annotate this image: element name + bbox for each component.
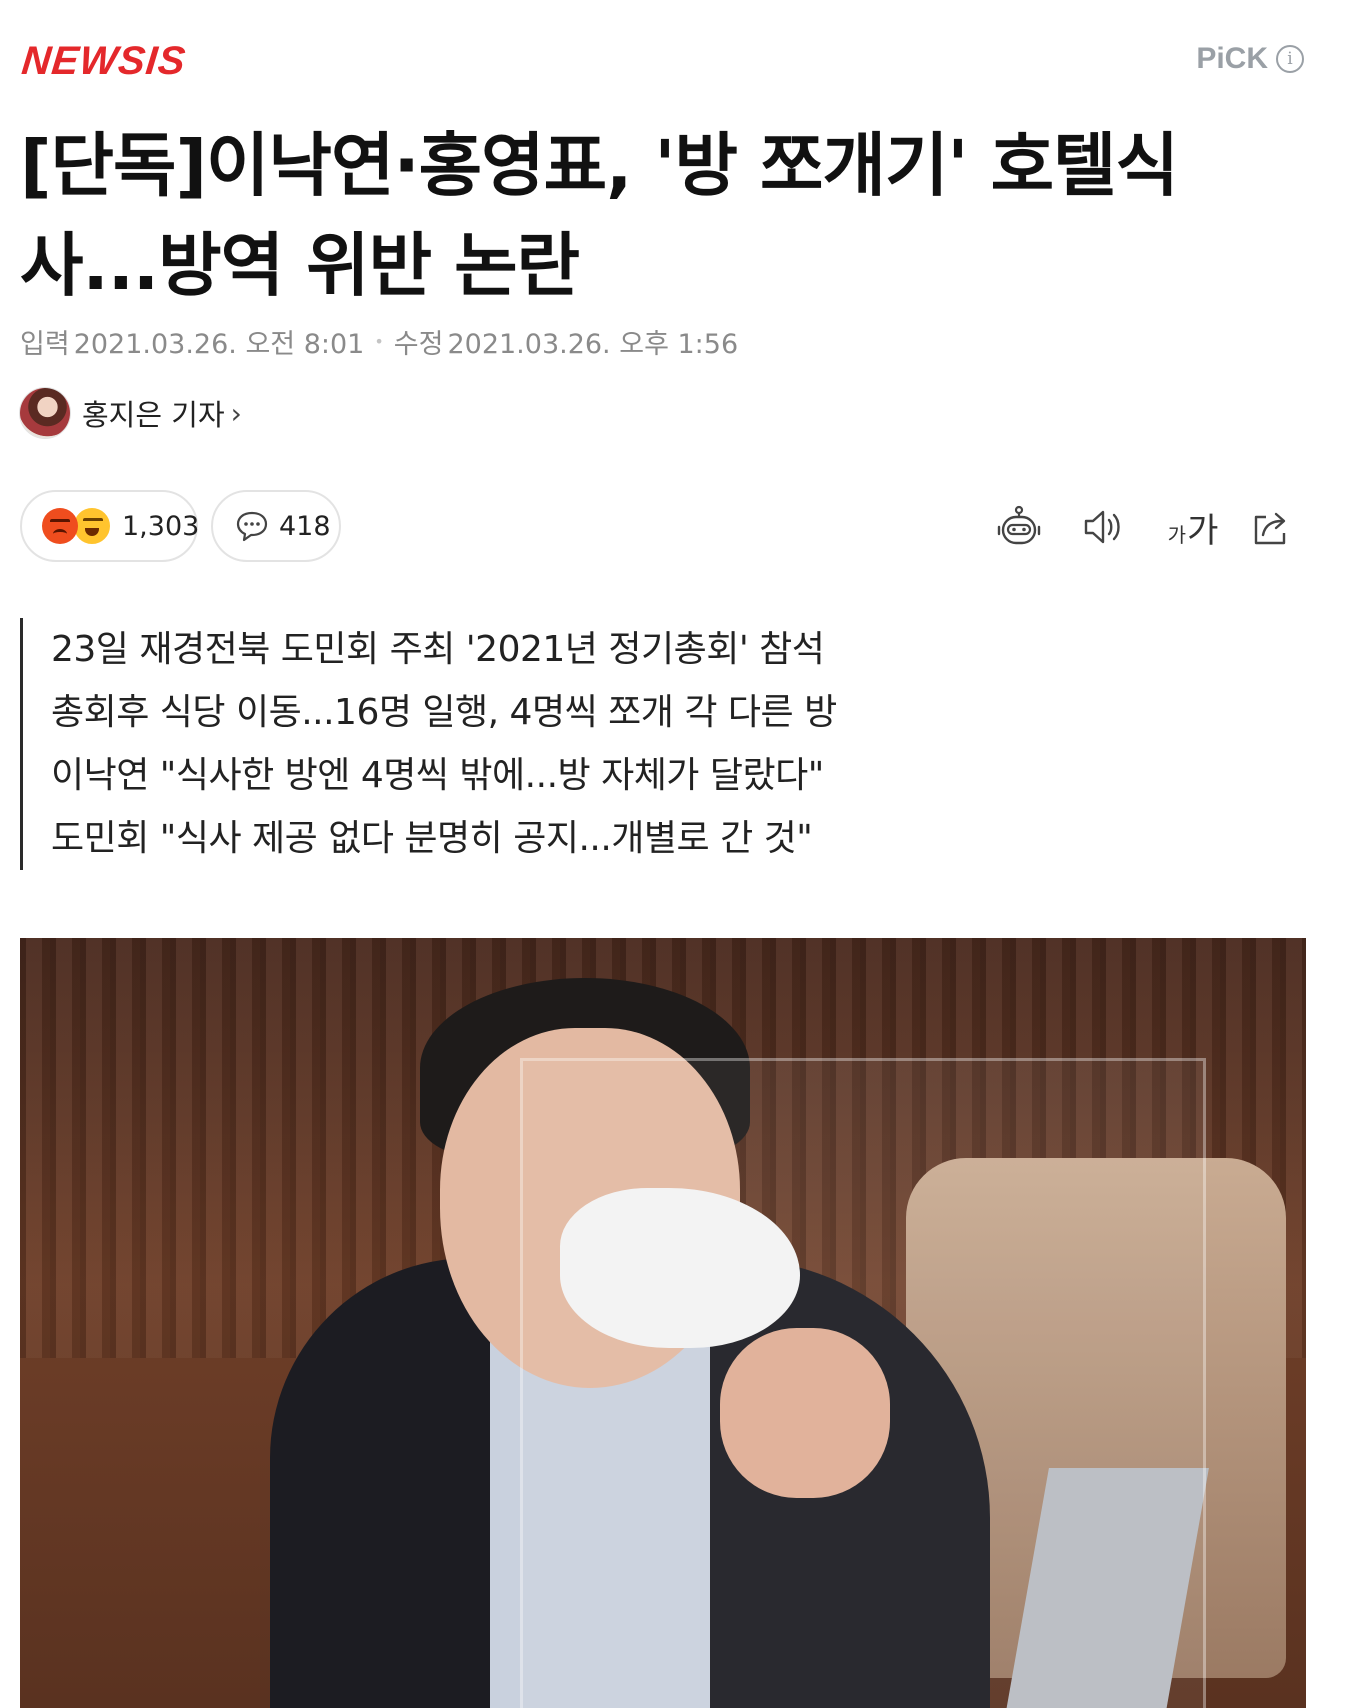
headline-line-2: 사...방역 위반 논란 [20,226,580,306]
date-separator: • [374,332,384,351]
angry-emoji-icon [42,508,78,544]
summary-line: 총회후 식당 이동...16명 일행, 4명씩 쪼개 각 다른 방 [51,692,837,733]
summary-bot-button[interactable] [992,500,1046,554]
photo-acrylic-partition [520,1058,1206,1708]
reporter-name: 홍지은 기자 [82,398,225,432]
comment-bubble-icon [236,511,268,542]
newsis-logo[interactable]: NEWSIS [19,36,188,86]
comments-button[interactable]: 418 [211,490,341,562]
summary-line: 이낙연 "식사한 방엔 4명씩 밖에...방 자체가 달랐다" [51,755,824,796]
share-icon [1254,512,1286,545]
chevron-right-icon: › [230,396,242,430]
modified-date-label: 수정 [393,329,444,360]
top-bar: NEWSIS PiCK i [19,36,1304,86]
pick-badge[interactable]: PiCK i [1196,42,1304,76]
modified-date: 2021.03.26. 오후 1:56 [447,329,739,360]
article-summary: 23일 재경전북 도민회 주최 '2021년 정기총회' 참석 총회후 식당 이… [20,618,951,870]
reporter-link[interactable]: 홍지은 기자 › [20,388,242,438]
laugh-emoji-icon [72,506,112,546]
speaker-icon [1084,510,1120,544]
summary-line: 도민회 "식사 제공 없다 분명히 공지...개별로 간 것" [51,818,813,859]
reactions-button[interactable]: 1,303 [20,490,200,562]
article-dates: 입력 2021.03.26. 오전 8:01 • 수정 2021.03.26. … [20,322,738,361]
article-headline: [단독]이낙연·홍영표, '방 쪼개기' 호텔식 사...방역 위반 논란 [20,116,1310,316]
summary-line: 23일 재경전북 도민회 주최 '2021년 정기총회' 참석 [51,629,825,670]
reactions-count: 1,303 [122,510,200,542]
robot-summary-icon [997,505,1041,545]
font-size-icon: 가가 [1167,510,1219,551]
article-photo[interactable] [20,938,1306,1708]
input-date: 2021.03.26. 오전 8:01 [73,329,365,360]
input-date-label: 입력 [20,329,70,360]
info-icon[interactable]: i [1276,45,1304,73]
comments-count: 418 [279,510,331,542]
font-size-button[interactable]: 가가 [1158,500,1228,554]
tts-button[interactable] [1076,500,1130,554]
headline-line-1: [단독]이낙연·홍영표, '방 쪼개기' 호텔식 [20,126,1179,206]
pick-label: PiCK [1196,42,1268,75]
share-button[interactable] [1244,500,1298,554]
reporter-avatar [20,388,70,438]
